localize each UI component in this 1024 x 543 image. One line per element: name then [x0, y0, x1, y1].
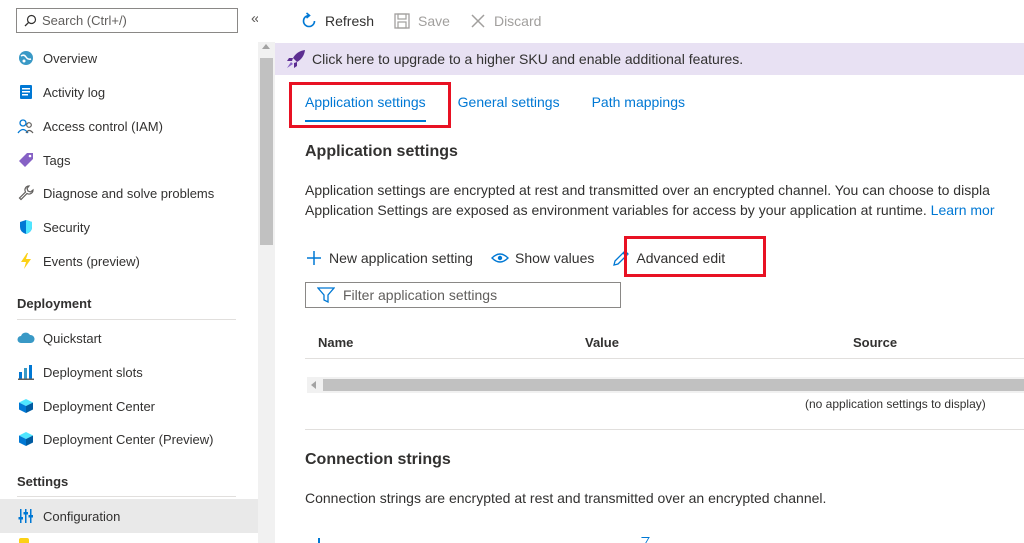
slots-icon	[17, 363, 35, 381]
sidebar-item-activity-log[interactable]: Activity log	[0, 76, 258, 108]
connection-strings-description: Connection strings are encrypted at rest…	[305, 490, 827, 506]
sidebar-item-deployment-center[interactable]: Deployment Center	[0, 390, 258, 422]
tag-icon	[17, 151, 35, 169]
filter-box[interactable]	[305, 282, 621, 308]
eye-icon	[490, 249, 509, 267]
discard-button[interactable]: Discard	[469, 12, 541, 30]
collapse-sidebar-button[interactable]: «	[251, 10, 258, 27]
tab-general-settings[interactable]: General settings	[458, 86, 560, 122]
sidebar-item-diagnose[interactable]: Diagnose and solve problems	[0, 177, 258, 209]
description-text: Application Settings are exposed as envi…	[305, 202, 927, 218]
filter-icon	[317, 286, 335, 304]
save-icon	[393, 12, 411, 30]
configuration-icon	[17, 507, 35, 525]
refresh-button[interactable]: Refresh	[300, 12, 374, 30]
cube-icon	[17, 430, 35, 448]
globe-icon	[17, 49, 35, 67]
lightning-icon	[17, 252, 35, 270]
discard-label: Discard	[493, 13, 542, 29]
column-header-name[interactable]: Name	[318, 335, 353, 350]
section-divider	[17, 319, 236, 320]
sidebar-item-overview[interactable]: Overview	[0, 42, 258, 74]
highlight-box	[289, 82, 451, 128]
sidebar-item-deployment-center-preview[interactable]: Deployment Center (Preview)	[0, 423, 258, 455]
deployment-section-header: Deployment	[17, 296, 92, 311]
search-box[interactable]	[16, 8, 238, 33]
learn-more-link[interactable]: Learn mor	[931, 202, 995, 218]
sidebar-item-events[interactable]: Events (preview)	[0, 245, 258, 277]
scroll-left-arrow[interactable]	[311, 381, 316, 389]
upgrade-banner[interactable]: Click here to upgrade to a higher SKU an…	[275, 43, 1024, 75]
wrench-icon	[17, 184, 35, 202]
show-values-label: Show values	[514, 250, 595, 266]
column-header-value[interactable]: Value	[585, 335, 619, 350]
sidebar-scrollbar-thumb[interactable]	[260, 58, 273, 245]
upgrade-banner-text: Click here to upgrade to a higher SKU an…	[312, 51, 744, 67]
table-scrollbar-thumb[interactable]	[323, 379, 1024, 391]
new-application-setting-button[interactable]: New application setting	[305, 249, 473, 267]
shield-icon	[17, 218, 35, 236]
save-button[interactable]: Save	[393, 12, 450, 30]
partial-plus-icon	[318, 538, 320, 543]
section-divider	[305, 429, 1024, 430]
sidebar: « Overview Activity log Access control (…	[0, 0, 258, 543]
table-header-divider	[305, 358, 1024, 359]
sidebar-item-security[interactable]: Security	[0, 211, 258, 243]
refresh-icon	[300, 12, 318, 30]
sidebar-item-label: Security	[43, 219, 90, 235]
connection-strings-title: Connection strings	[305, 451, 451, 468]
plus-icon	[305, 249, 323, 267]
sidebar-item-access-control[interactable]: Access control (IAM)	[0, 110, 258, 142]
toolbar: Refresh Save Discard	[275, 0, 1024, 42]
filter-input[interactable]	[343, 287, 613, 303]
application-settings-description: Application settings are encrypted at re…	[305, 182, 990, 198]
sidebar-item-label: Tags	[43, 152, 71, 168]
sidebar-item-label: Access control (IAM)	[43, 118, 163, 134]
sidebar-item-label: Events (preview)	[43, 253, 140, 269]
cloud-icon	[17, 329, 35, 347]
sidebar-item-label: Deployment Center (Preview)	[43, 431, 214, 447]
partial-next-item-icon	[19, 538, 29, 543]
sidebar-item-label: Diagnose and solve problems	[43, 185, 215, 201]
sidebar-item-label: Configuration	[43, 508, 121, 524]
sidebar-item-label: Deployment Center	[43, 398, 155, 414]
tab-path-mappings[interactable]: Path mappings	[592, 86, 685, 122]
application-settings-title: Application settings	[305, 143, 458, 160]
log-icon	[17, 83, 35, 101]
users-icon	[17, 117, 35, 135]
search-input[interactable]	[42, 13, 232, 28]
scroll-up-arrow[interactable]	[262, 44, 270, 49]
new-application-setting-label: New application setting	[329, 250, 473, 266]
sidebar-item-label: Overview	[43, 50, 98, 66]
sidebar-item-label: Quickstart	[43, 330, 102, 346]
sidebar-item-label: Activity log	[43, 84, 106, 100]
sidebar-item-deployment-slots[interactable]: Deployment slots	[0, 356, 258, 388]
application-settings-description-line2: Application Settings are exposed as envi…	[305, 200, 994, 220]
column-header-source[interactable]: Source	[853, 335, 897, 350]
sidebar-item-configuration[interactable]: Configuration	[0, 499, 258, 533]
show-values-button[interactable]: Show values	[490, 249, 595, 267]
search-icon	[23, 14, 37, 28]
rocket-icon	[286, 49, 306, 69]
sidebar-item-label: Deployment slots	[43, 364, 143, 380]
close-icon	[469, 12, 487, 30]
refresh-label: Refresh	[325, 13, 375, 29]
settings-section-header: Settings	[17, 474, 69, 489]
empty-table-message: (no application settings to display)	[805, 397, 986, 411]
highlight-box	[624, 236, 766, 277]
sidebar-item-tags[interactable]: Tags	[0, 144, 258, 176]
save-label: Save	[418, 13, 450, 29]
partial-pencil-icon	[638, 537, 650, 543]
section-divider	[17, 496, 236, 497]
sidebar-item-quickstart[interactable]: Quickstart	[0, 322, 258, 354]
cube-icon	[17, 397, 35, 415]
